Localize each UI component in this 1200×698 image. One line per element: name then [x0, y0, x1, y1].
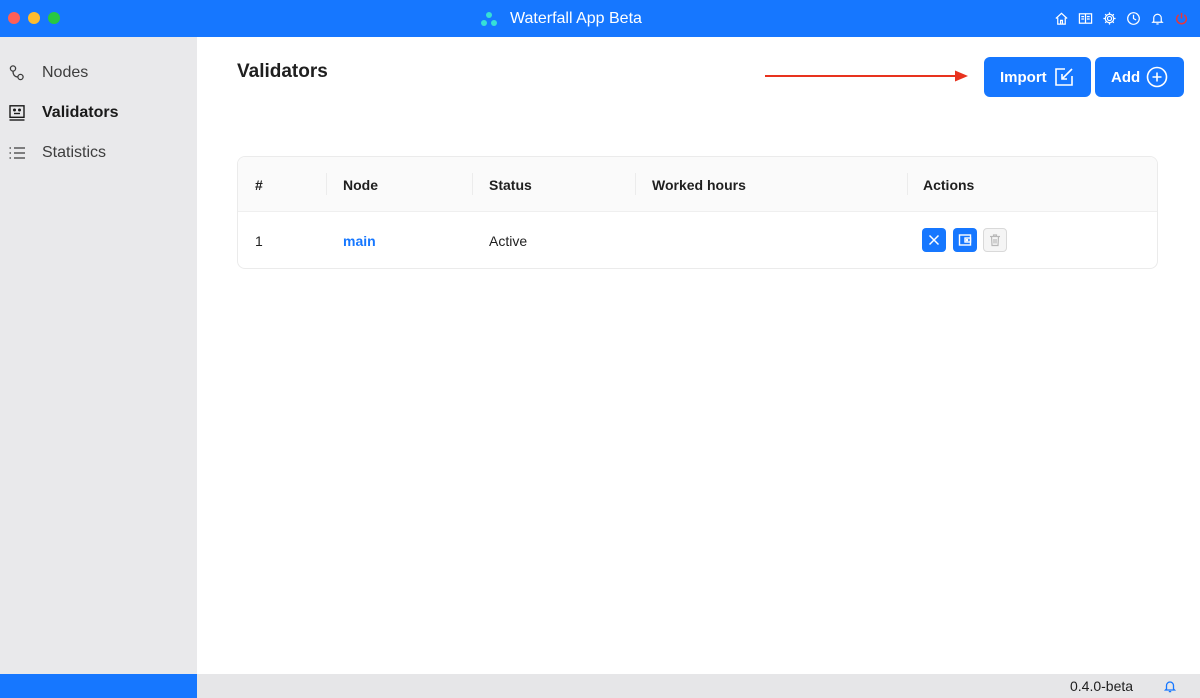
status-cell: Active [489, 233, 528, 249]
stop-validator-button[interactable] [922, 228, 946, 252]
column-header-node: Node [343, 176, 378, 193]
status-bar: 0.4.0-beta [0, 674, 1200, 698]
column-divider [635, 173, 636, 195]
add-button-label: Add [1111, 68, 1141, 86]
titlebar-icons [1053, 0, 1190, 37]
table-row: 1 main Active [238, 213, 1157, 268]
add-button[interactable]: Add [1095, 57, 1184, 97]
column-header-actions: Actions [923, 176, 975, 193]
clock-icon[interactable] [1125, 10, 1142, 27]
home-icon[interactable] [1053, 10, 1070, 27]
maximize-window-button[interactable] [48, 12, 60, 24]
row-index: 1 [255, 233, 263, 249]
column-divider [326, 173, 327, 195]
book-icon[interactable] [1077, 10, 1094, 27]
status-bar-accent [0, 674, 197, 698]
window-title: Waterfall App Beta [510, 9, 642, 27]
trash-icon [990, 234, 1000, 247]
power-icon[interactable] [1173, 10, 1190, 27]
page-title: Validators [237, 61, 328, 82]
close-icon [928, 234, 940, 246]
version-label: 0.4.0-beta [1070, 678, 1134, 694]
sidebar: Nodes Validators Statistics [0, 37, 197, 674]
validators-table: # Node Status Worked hours Actions 1 mai… [237, 156, 1158, 269]
column-divider [907, 173, 908, 195]
window-title-group: Waterfall App Beta [480, 0, 642, 37]
sidebar-item-nodes[interactable]: Nodes [0, 53, 197, 93]
validators-icon [8, 104, 26, 122]
delete-button[interactable] [983, 228, 1007, 252]
close-window-button[interactable] [8, 12, 20, 24]
gear-icon[interactable] [1101, 10, 1118, 27]
column-header-worked-hours: Worked hours [652, 176, 746, 193]
sidebar-item-statistics[interactable]: Statistics [0, 133, 197, 173]
wallet-icon [958, 234, 972, 246]
bell-icon[interactable] [1149, 10, 1166, 27]
wallet-button[interactable] [953, 228, 977, 252]
title-bar: Waterfall App Beta [0, 0, 1200, 37]
plus-circle-icon [1146, 66, 1168, 88]
annotation-arrow [765, 70, 968, 82]
sidebar-item-label: Nodes [42, 64, 89, 81]
import-icon [1055, 68, 1073, 86]
column-divider [472, 173, 473, 195]
table-header: # Node Status Worked hours Actions [238, 157, 1157, 212]
notification-bell-icon[interactable] [1163, 679, 1177, 693]
minimize-window-button[interactable] [28, 12, 40, 24]
sidebar-item-validators[interactable]: Validators [0, 93, 197, 133]
list-icon [8, 144, 26, 162]
sidebar-item-label: Validators [42, 104, 119, 121]
node-link[interactable]: main [343, 213, 376, 268]
nodes-icon [8, 64, 26, 82]
app-logo-icon [481, 11, 497, 26]
import-button[interactable]: Import [984, 57, 1091, 97]
import-button-label: Import [1000, 68, 1047, 86]
column-header-index: # [255, 176, 263, 193]
sidebar-item-label: Statistics [42, 144, 107, 161]
column-header-status: Status [489, 176, 532, 193]
